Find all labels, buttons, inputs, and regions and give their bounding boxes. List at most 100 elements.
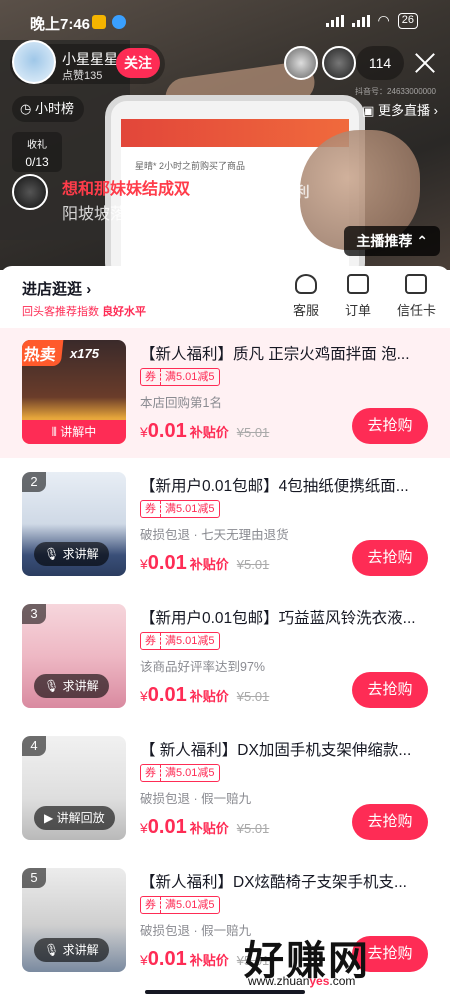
buy-button[interactable]: 去抢购 — [352, 408, 428, 444]
product-item[interactable]: 3 🎙 求讲解 【新用户0.01包邮】巧益蓝风铃洗衣液... 券满5.01减5 … — [0, 592, 450, 722]
hot-badge: 热卖 — [22, 340, 64, 366]
shop-rating-level: 良好水平 — [102, 306, 147, 318]
item-number: 4 — [22, 736, 46, 756]
product-price: ¥ 0.01 补贴价 ¥5.01 — [140, 420, 269, 443]
viewer-list[interactable]: 114 — [284, 46, 404, 80]
product-title: 【 新人福利】DX加固手机支架伸缩款... — [140, 742, 412, 759]
request-explain-button[interactable]: 🎙 求讲解 — [34, 938, 109, 962]
product-title: 【新用户0.01包邮】4包抽纸便携纸面... — [140, 478, 409, 495]
audio-wave-icon: ⦀ — [51, 425, 61, 439]
hour-rank-button[interactable]: ◷ 小时榜 — [12, 96, 84, 122]
viewer-avatar[interactable] — [284, 46, 318, 80]
product-desc: 破损包退 · 假一赔九 — [140, 792, 252, 806]
comment-avatar[interactable] — [12, 174, 48, 210]
gift-label: 收礼 — [27, 140, 47, 151]
coupon-badge: 券满5.01减5 — [140, 500, 220, 518]
product-thumbnail[interactable]: 3 🎙 求讲解 — [22, 604, 126, 708]
more-live-button[interactable]: ▣ 更多直播 › — [362, 100, 438, 119]
gift-counter[interactable]: 收礼 0/13 — [12, 132, 62, 172]
trust-card-icon — [405, 274, 428, 294]
buy-button[interactable]: 去抢购 — [352, 540, 428, 576]
coupon-badge: 券满5.01减5 — [140, 632, 220, 650]
price-currency: ¥ — [140, 424, 148, 440]
product-price: ¥ 0.01 补贴价 ¥5.01 — [140, 684, 269, 707]
mic-icon: 🎙 — [44, 679, 63, 693]
product-price: ¥ 0.01 补贴价 ¥5.01 — [140, 552, 269, 575]
coupon-tag: 券 — [141, 765, 161, 781]
coupon-badge: 券满5.01减5 — [140, 764, 220, 782]
price-value: 0.01 — [147, 816, 187, 838]
request-explain-label: 求讲解 — [62, 547, 99, 561]
price-currency: ¥ — [140, 952, 148, 968]
coupon-tag: 券 — [141, 501, 161, 517]
original-price: ¥5.01 — [236, 821, 270, 836]
shopping-panel: 进店逛逛 › 回头客推荐指数 良好水平 客服 订单 信任卡 热卖 x175 ⦀ … — [0, 266, 450, 1000]
orders-button[interactable]: 订单 — [345, 274, 371, 319]
action-label: 信任卡 — [396, 303, 436, 318]
wifi-icon: ◠ — [377, 12, 390, 28]
customer-service-button[interactable]: 客服 — [293, 274, 319, 319]
replay-label: 讲解回放 — [56, 811, 105, 825]
explaining-label: 讲解中 — [60, 425, 97, 439]
coupon-tag: 券 — [141, 897, 161, 913]
price-value: 0.01 — [147, 948, 187, 970]
product-item[interactable]: 热卖 x175 ⦀ 讲解中 【新人福利】质凡 正宗火鸡面拌面 泡... 券满5.… — [0, 328, 450, 458]
product-desc: 破损包退 · 七天无理由退货 — [140, 528, 289, 542]
coupon-tag: 券 — [141, 633, 161, 649]
more-live-label: 更多直播 — [378, 103, 431, 118]
product-thumbnail[interactable]: 热卖 x175 ⦀ 讲解中 — [22, 340, 126, 444]
signal-icon — [325, 14, 344, 27]
close-icon[interactable] — [412, 50, 438, 76]
viewer-avatar[interactable] — [322, 46, 356, 80]
item-number: 5 — [22, 868, 46, 888]
product-thumbnail[interactable]: 5 🎙 求讲解 — [22, 868, 126, 972]
account-id: 抖音号：24633000000 — [355, 87, 436, 96]
original-price: ¥5.01 — [236, 557, 270, 572]
explaining-tag: ⦀ 讲解中 — [22, 420, 126, 444]
panel-actions: 客服 订单 信任卡 — [293, 274, 436, 319]
chevron-right-icon: › — [86, 281, 92, 298]
product-thumbnail[interactable]: 4 ▶ 讲解回放 — [22, 736, 126, 840]
coupon-text: 满5.01减5 — [165, 503, 215, 515]
price-value: 0.01 — [147, 420, 187, 442]
coupon-text: 满5.01减5 — [165, 371, 215, 383]
request-explain-button[interactable]: 🎙 求讲解 — [34, 674, 109, 698]
request-explain-label: 求讲解 — [62, 679, 99, 693]
hour-rank-label: 小时榜 — [34, 101, 74, 116]
home-indicator[interactable] — [145, 990, 305, 994]
coupon-text: 满5.01减5 — [165, 767, 215, 779]
replay-button[interactable]: ▶ 讲解回放 — [34, 806, 115, 830]
phone-sub-text: 星晴* 2小时之前购买了商品 — [135, 161, 246, 171]
price-label: 补贴价 — [189, 557, 229, 572]
host-avatar[interactable] — [12, 40, 56, 84]
anchor-recommend-label: 主播推荐 — [356, 233, 413, 249]
shop-rating: 回头客推荐指数 良好水平 — [22, 303, 146, 319]
price-currency: ¥ — [140, 688, 148, 704]
buy-button[interactable]: 去抢购 — [352, 672, 428, 708]
viewer-count[interactable]: 114 — [356, 46, 404, 80]
product-thumbnail[interactable]: 2 🎙 求讲解 — [22, 472, 126, 576]
anchor-recommend-button[interactable]: 主播推荐 ⌃ — [344, 226, 440, 256]
shop-link[interactable]: 进店逛逛 › — [22, 278, 91, 299]
price-label: 补贴价 — [189, 953, 229, 968]
trust-card-button[interactable]: 信任卡 — [397, 274, 436, 319]
site-watermark: 好赚网 www.zhuanyes.com — [244, 928, 434, 990]
buy-button[interactable]: 去抢购 — [352, 804, 428, 840]
product-item[interactable]: 2 🎙 求讲解 【新用户0.01包邮】4包抽纸便携纸面... 券满5.01减5 … — [0, 460, 450, 590]
item-number: 3 — [22, 604, 46, 624]
host-name: 小星星星 — [62, 51, 118, 67]
item-number: 2 — [22, 472, 46, 492]
watermark-url-a: www.zhuan — [248, 974, 310, 988]
more-live-icon: ▣ — [362, 103, 379, 118]
coupon-badge: 券满5.01减5 — [140, 368, 220, 386]
clock-icon: ◷ — [20, 101, 35, 116]
coupon-text: 满5.01减5 — [165, 899, 215, 911]
coupon-tag: 券 — [141, 369, 161, 385]
product-title: 【新用户0.01包邮】巧益蓝风铃洗衣液... — [140, 610, 416, 627]
follow-button[interactable]: 关注 — [116, 48, 160, 78]
price-label: 补贴价 — [189, 689, 229, 704]
price-currency: ¥ — [140, 820, 148, 836]
product-item[interactable]: 4 ▶ 讲解回放 【 新人福利】DX加固手机支架伸缩款... 券满5.01减5 … — [0, 724, 450, 854]
request-explain-button[interactable]: 🎙 求讲解 — [34, 542, 109, 566]
gift-value: 0/13 — [25, 155, 49, 169]
